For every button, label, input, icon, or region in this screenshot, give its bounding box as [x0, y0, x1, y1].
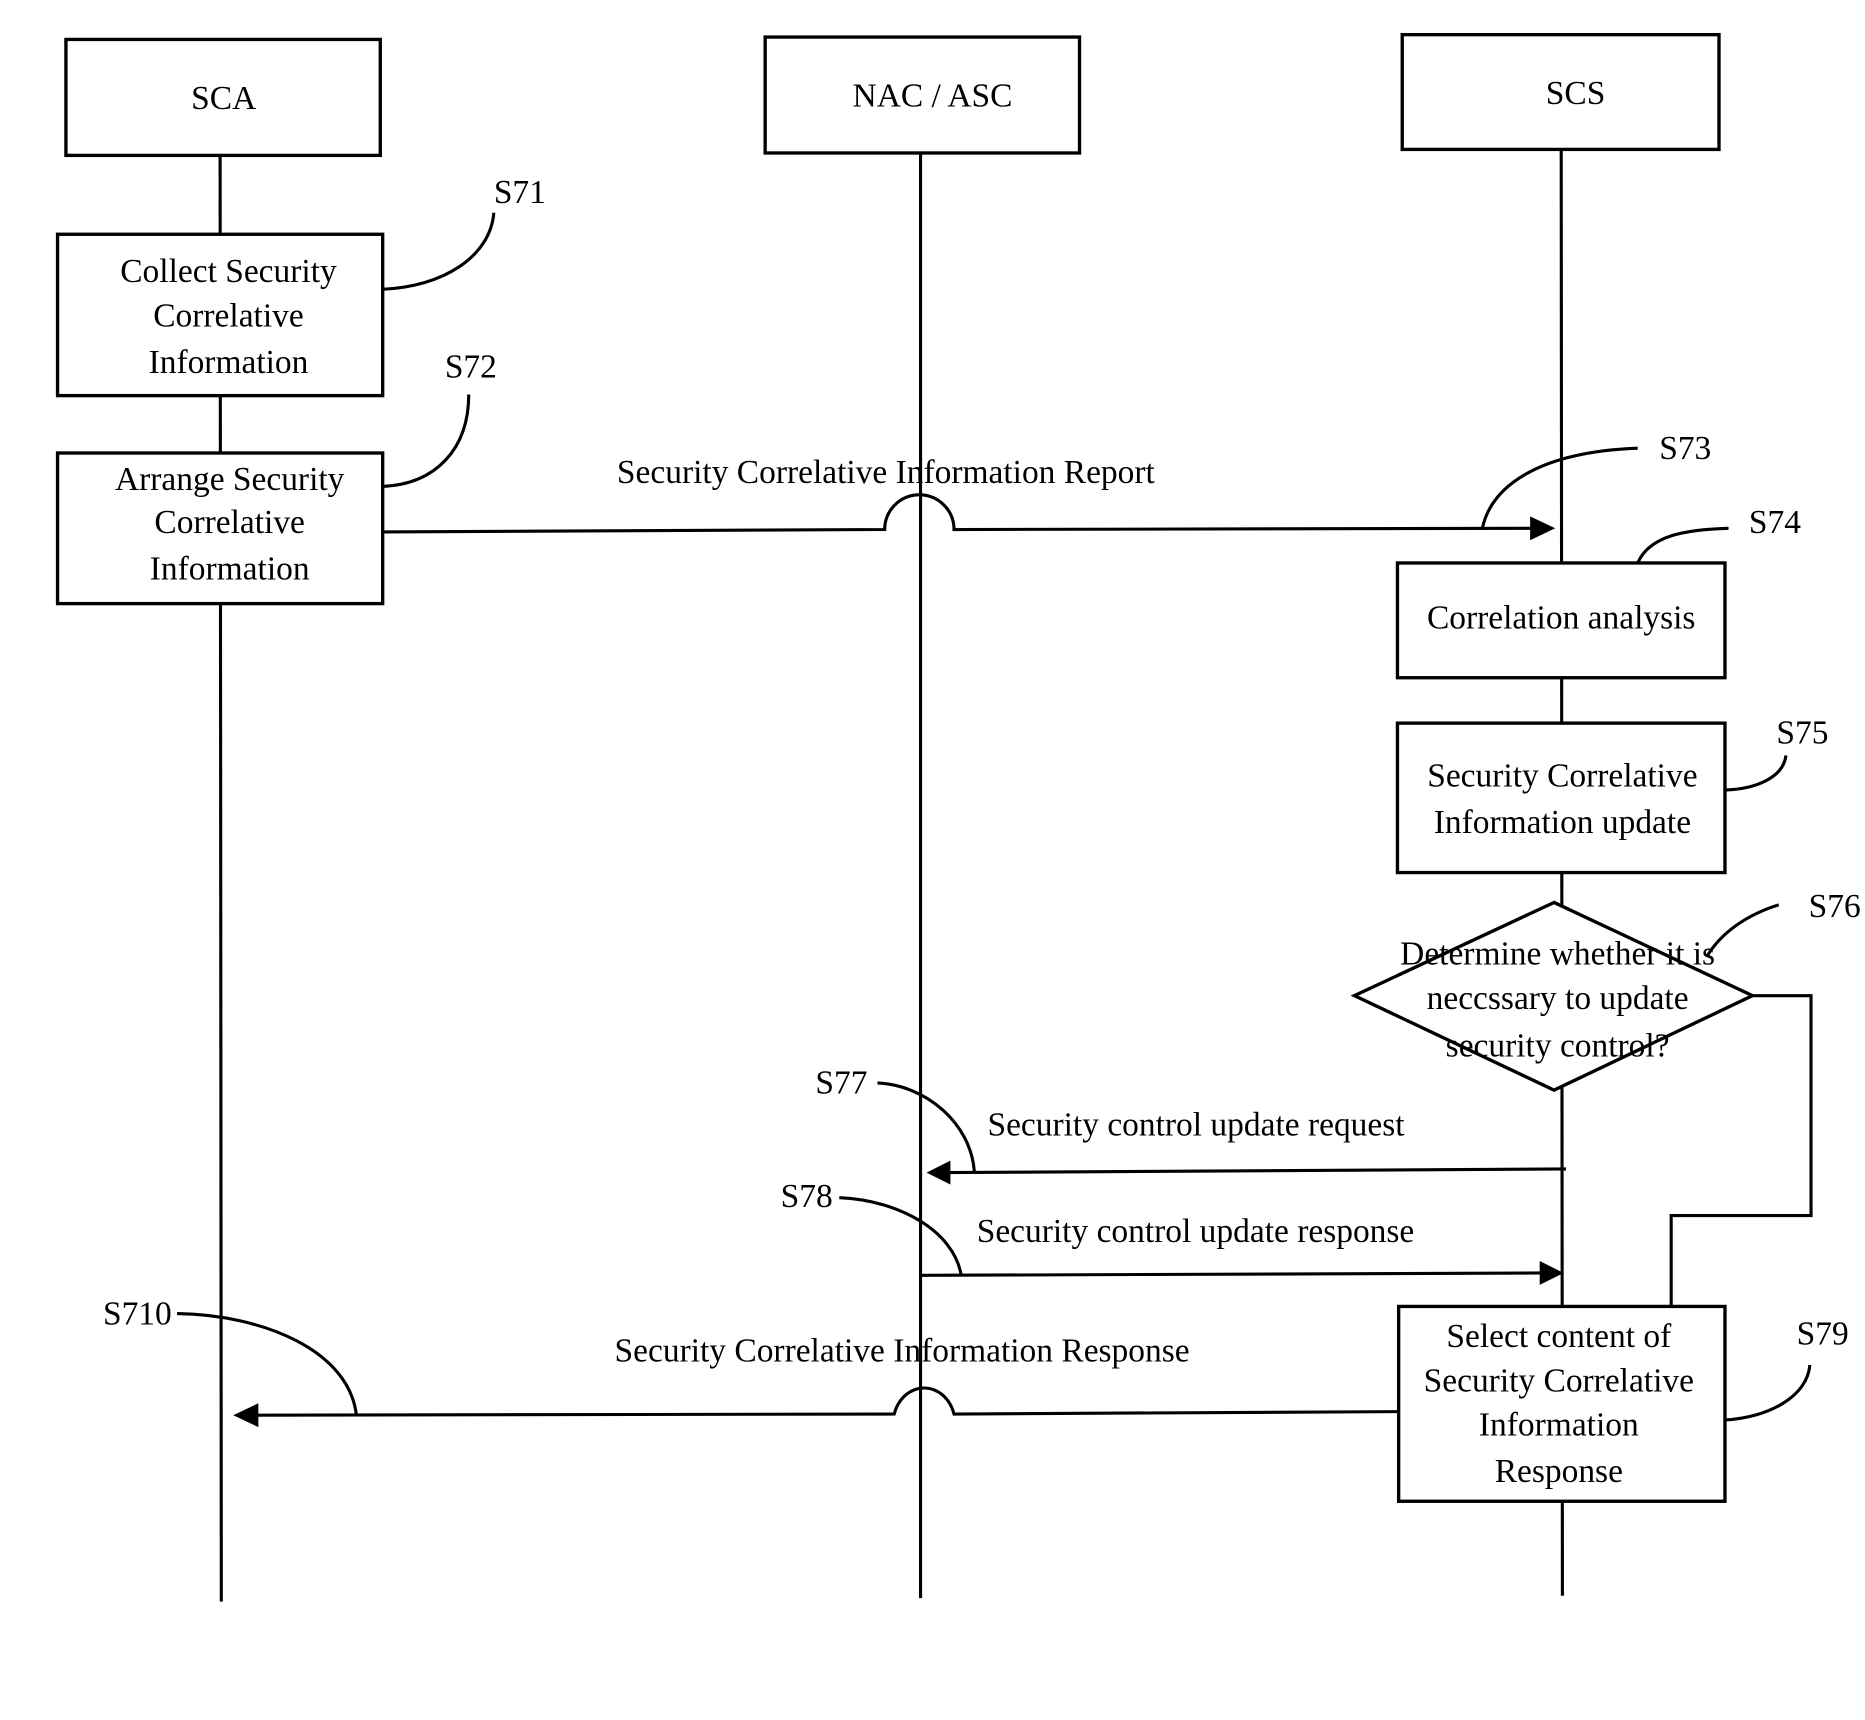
callout-s75 [1724, 755, 1788, 792]
tag-s78: S78 [781, 1178, 833, 1215]
step-s74-correlation-analysis: Correlation analysis [1395, 561, 1727, 680]
tag-s72: S72 [445, 349, 497, 386]
step-s75-information-update: Security Correlative Information update [1395, 721, 1727, 875]
tag-s74: S74 [1749, 504, 1801, 541]
step-s79-line-1: Select content of [1446, 1318, 1672, 1355]
step-s76-line-2: neccssary to update [1427, 980, 1689, 1017]
tag-s76: S76 [1809, 888, 1861, 925]
participant-nac-asc-label: NAC / ASC [853, 77, 1013, 114]
message-info-response: Security Correlative Information Respons… [233, 1332, 1399, 1428]
participant-scs: SCS [1400, 32, 1721, 152]
callout-s710 [177, 1312, 358, 1416]
message-update-response: Security control update response [920, 1213, 1564, 1285]
callout-s71 [382, 212, 496, 291]
participant-sca-label: SCA [191, 80, 256, 117]
step-s75-line-2: Information update [1434, 804, 1691, 841]
step-s79-line-4: Response [1495, 1453, 1623, 1490]
step-s72-line-1: Arrange Security [115, 461, 345, 498]
message-update-request: Security control update request [926, 1107, 1567, 1185]
step-s75-line-1: Security Correlative [1427, 757, 1697, 794]
step-s76-decision: Determine whether it is neccssary to upd… [1350, 900, 1757, 1092]
arrowhead-left-icon [926, 1160, 951, 1185]
step-s76-line-1: Determine whether it is [1400, 936, 1715, 973]
step-s72-line-2: Correlative [154, 504, 304, 541]
participant-sca: SCA [64, 37, 382, 158]
callout-s78 [839, 1196, 963, 1276]
step-s76-line-3: security control? [1446, 1028, 1670, 1065]
step-s74-line-1: Correlation analysis [1427, 600, 1696, 637]
callout-s77 [877, 1081, 976, 1172]
arrowhead-right-icon [1530, 516, 1556, 541]
tag-s77: S77 [815, 1065, 867, 1102]
participant-nac-asc: NAC / ASC [763, 35, 1082, 155]
callout-s76 [1705, 903, 1780, 958]
tag-s75: S75 [1776, 714, 1828, 751]
message-update-request-label: Security control update request [987, 1107, 1405, 1144]
step-s71-line-3: Information [149, 344, 309, 381]
message-update-response-label: Security control update response [977, 1213, 1415, 1250]
step-s71-collect: Collect Security Correlative Information [55, 232, 385, 398]
tag-s710: S710 [103, 1295, 172, 1332]
callout-s74 [1636, 526, 1729, 564]
step-s79-line-2: Security Correlative [1424, 1362, 1694, 1399]
tag-s73: S73 [1659, 430, 1711, 467]
step-s71-line-2: Correlative [153, 297, 303, 334]
message-report: Security Correlative Information Report [382, 454, 1556, 541]
callout-s72 [382, 394, 471, 489]
arrowhead-left-icon [233, 1403, 259, 1428]
step-s79-select-content: Select content of Security Correlative I… [1396, 1304, 1727, 1503]
tag-s79: S79 [1797, 1316, 1849, 1353]
step-s72-arrange: Arrange Security Correlative Information [55, 451, 385, 606]
decision-bypass-connector [1669, 994, 1813, 1307]
participant-scs-label: SCS [1546, 75, 1606, 112]
tag-s71: S71 [494, 174, 546, 211]
message-info-response-label: Security Correlative Information Respons… [615, 1332, 1190, 1369]
message-report-label: Security Correlative Information Report [617, 454, 1156, 491]
sequence-diagram: SCA NAC / ASC SCS Collect Security Corre… [55, 32, 1861, 1602]
arrowhead-right-icon [1539, 1261, 1564, 1285]
step-s79-line-3: Information [1479, 1407, 1639, 1444]
step-s72-line-3: Information [150, 551, 310, 588]
step-s71-line-1: Collect Security [120, 253, 337, 290]
callout-s79 [1724, 1364, 1812, 1422]
